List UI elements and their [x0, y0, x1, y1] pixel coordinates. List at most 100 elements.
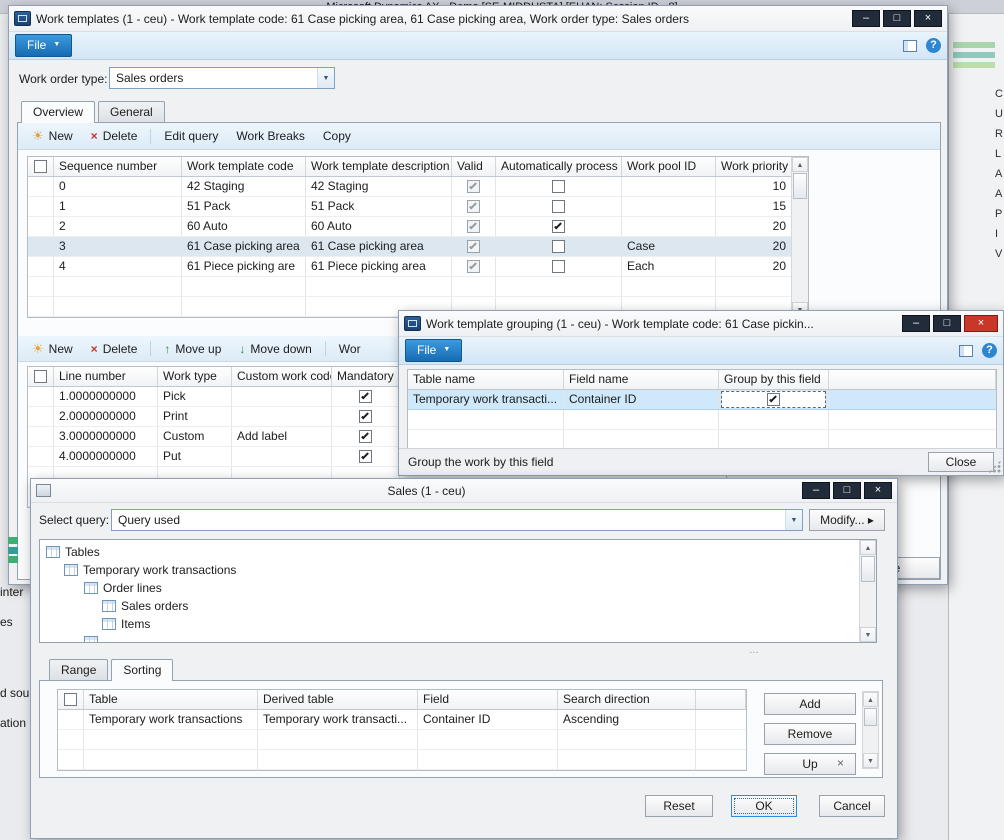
move-up-button[interactable]: ↑ Move up: [156, 340, 229, 358]
table-row[interactable]: Temporary work transactions Temporary wo…: [58, 710, 746, 730]
help-icon[interactable]: ?: [926, 38, 941, 53]
col-work-template-description[interactable]: Work template description: [306, 157, 452, 176]
row-selector[interactable]: [28, 177, 54, 196]
close-icon[interactable]: ×: [914, 10, 942, 27]
layout-icon[interactable]: [959, 345, 973, 357]
scroll-down-icon[interactable]: ▼: [860, 627, 876, 642]
col-mandatory[interactable]: Mandatory: [332, 367, 400, 386]
col-work-type[interactable]: Work type: [158, 367, 232, 386]
scrollbar-thumb[interactable]: [861, 556, 875, 582]
file-menu-button[interactable]: File ▼: [15, 34, 72, 57]
row-selector[interactable]: [28, 257, 54, 276]
col-group-by-this-field[interactable]: Group by this field: [719, 370, 829, 389]
table-row[interactable]: 0 42 Staging 42 Staging 10: [28, 177, 791, 197]
scroll-down-icon[interactable]: ▼: [863, 753, 878, 768]
grouping-titlebar[interactable]: Work template grouping (1 - ceu) - Work …: [399, 311, 1003, 337]
help-icon[interactable]: ?: [982, 343, 997, 358]
maximize-icon[interactable]: □: [883, 10, 911, 27]
minimize-icon[interactable]: –: [802, 482, 830, 499]
close-button[interactable]: Close: [928, 452, 994, 472]
scrollbar-thumb[interactable]: [793, 173, 807, 199]
tree-item-tables[interactable]: Tables: [40, 543, 876, 561]
auto-process-checkbox[interactable]: [552, 240, 565, 253]
copy-button[interactable]: Copy: [315, 127, 359, 145]
row-selector[interactable]: [58, 710, 84, 729]
col-work-template-code[interactable]: Work template code: [182, 157, 306, 176]
auto-process-checkbox[interactable]: [552, 180, 565, 193]
col-derived-table[interactable]: Derived table: [258, 690, 418, 709]
modify-button[interactable]: Modify... ▸: [809, 509, 885, 531]
select-all-checkbox[interactable]: [34, 370, 47, 383]
tab-range[interactable]: Range: [49, 659, 108, 680]
select-all-cell[interactable]: [28, 157, 54, 176]
tab-general[interactable]: General: [98, 101, 165, 122]
scrollbar-thumb[interactable]: [864, 708, 877, 726]
select-all-checkbox[interactable]: [64, 693, 77, 706]
close-icon[interactable]: ×: [864, 482, 892, 499]
select-all-cell[interactable]: [58, 690, 84, 709]
move-down-button[interactable]: ↓ Move down: [231, 340, 319, 358]
table-row-selected[interactable]: 3 61 Case picking area 61 Case picking a…: [28, 237, 791, 257]
row-selector[interactable]: [28, 197, 54, 216]
tab-sorting[interactable]: Sorting: [111, 659, 173, 681]
auto-process-checkbox[interactable]: [552, 220, 565, 233]
work-breaks-button[interactable]: Work Breaks: [228, 127, 312, 145]
scroll-up-icon[interactable]: ▲: [863, 692, 878, 707]
partial-toolbar-item[interactable]: Wor: [331, 340, 369, 358]
col-sequence-number[interactable]: Sequence number: [54, 157, 182, 176]
edit-query-button[interactable]: Edit query: [156, 127, 226, 145]
tree-item-sales-orders[interactable]: Sales orders: [40, 597, 876, 615]
row-selector[interactable]: [28, 447, 54, 466]
auto-process-checkbox[interactable]: [552, 260, 565, 273]
col-work-pool-id[interactable]: Work pool ID: [622, 157, 716, 176]
mandatory-checkbox[interactable]: [359, 390, 372, 403]
col-line-number[interactable]: Line number: [54, 367, 158, 386]
select-all-checkbox[interactable]: [34, 160, 47, 173]
new-button[interactable]: ☀ New: [24, 340, 81, 358]
work-templates-titlebar[interactable]: Work templates (1 - ceu) - Work template…: [9, 6, 947, 32]
auto-process-checkbox[interactable]: [552, 200, 565, 213]
col-field[interactable]: Field: [418, 690, 558, 709]
chevron-down-icon[interactable]: ▼: [785, 510, 802, 530]
delete-button[interactable]: × Delete: [83, 340, 146, 358]
delete-button[interactable]: × Delete: [83, 127, 146, 145]
mandatory-checkbox[interactable]: [359, 430, 372, 443]
col-work-priority[interactable]: Work priority: [716, 157, 791, 176]
tree-item-items[interactable]: Items: [40, 615, 876, 633]
cancel-button[interactable]: Cancel: [819, 795, 885, 817]
ok-button[interactable]: OK: [731, 795, 797, 817]
tree-item-partial[interactable]: [40, 633, 876, 643]
table-row-selected[interactable]: Temporary work transacti... Container ID: [408, 390, 996, 410]
row-selector[interactable]: [28, 387, 54, 406]
work-order-type-select[interactable]: Sales orders ▼: [109, 67, 335, 89]
close-icon[interactable]: ×: [964, 315, 998, 332]
tree-item-temporary-work-transactions[interactable]: Temporary work transactions: [40, 561, 876, 579]
col-field-name[interactable]: Field name: [564, 370, 719, 389]
layout-icon[interactable]: [903, 40, 917, 52]
file-menu-button[interactable]: File ▼: [405, 339, 462, 362]
row-selector[interactable]: [28, 427, 54, 446]
table-row[interactable]: 4 61 Piece picking are 61 Piece picking …: [28, 257, 791, 277]
group-by-checkbox[interactable]: [767, 393, 780, 406]
col-table-name[interactable]: Table name: [408, 370, 564, 389]
vertical-scrollbar[interactable]: ▲ ▼: [791, 157, 808, 317]
select-query-select[interactable]: Query used ▼: [111, 509, 803, 531]
focused-cell[interactable]: [721, 391, 826, 408]
select-all-cell[interactable]: [28, 367, 54, 386]
col-search-direction[interactable]: Search direction: [558, 690, 696, 709]
scroll-up-icon[interactable]: ▲: [792, 157, 808, 172]
minimize-icon[interactable]: –: [852, 10, 880, 27]
tab-overview[interactable]: Overview: [21, 101, 95, 123]
vertical-scrollbar[interactable]: ▲ ▼: [859, 540, 876, 642]
table-row[interactable]: 2 60 Auto 60 Auto 20: [28, 217, 791, 237]
mandatory-checkbox[interactable]: [359, 410, 372, 423]
add-button[interactable]: Add: [764, 693, 856, 715]
reset-button[interactable]: Reset: [645, 795, 713, 817]
splitter-handle-icon[interactable]: …: [749, 645, 760, 656]
remove-button[interactable]: Remove: [764, 723, 856, 745]
mandatory-checkbox[interactable]: [359, 450, 372, 463]
new-button[interactable]: ☀ New: [24, 127, 81, 145]
col-table[interactable]: Table: [84, 690, 258, 709]
chevron-down-icon[interactable]: ▼: [317, 68, 334, 88]
sales-titlebar[interactable]: Sales (1 - ceu) – □ ×: [31, 479, 897, 503]
